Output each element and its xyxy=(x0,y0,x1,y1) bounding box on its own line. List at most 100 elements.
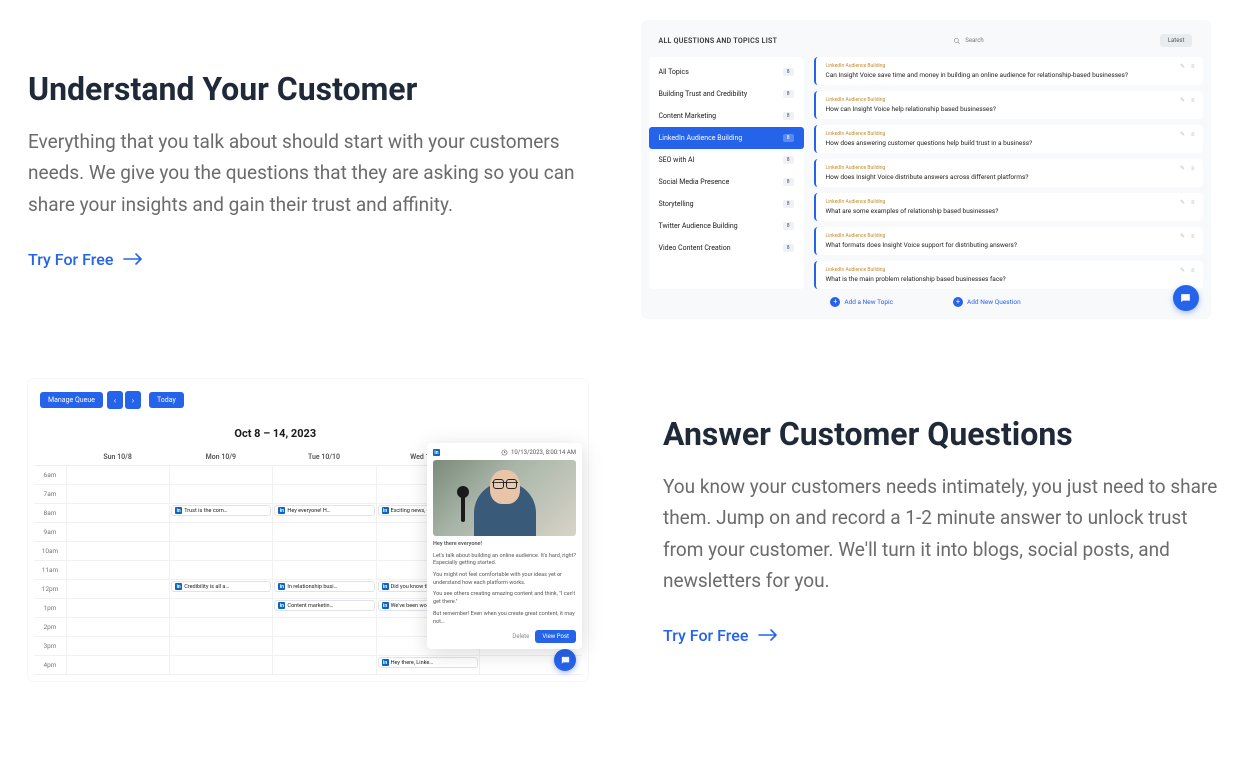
calendar-cell[interactable] xyxy=(272,637,375,655)
calendar-event[interactable]: inHey there, Linke… xyxy=(378,657,478,668)
calendar-cell[interactable] xyxy=(66,580,169,598)
calendar-title: Oct 8 – 14, 2023 xyxy=(234,427,316,440)
linkedin-icon: in xyxy=(278,602,285,609)
section2-heading: Answer Customer Questions xyxy=(663,415,1223,453)
edit-icon[interactable]: ✎ xyxy=(1180,131,1185,138)
calendar-cell[interactable] xyxy=(169,485,272,503)
calendar-cell[interactable]: inTrust is the corn… xyxy=(169,504,272,522)
calendar-cell[interactable] xyxy=(169,637,272,655)
calendar-cell[interactable]: inIn relationship busi… xyxy=(272,580,375,598)
topic-item[interactable]: Twitter Audience Building8 xyxy=(649,215,804,237)
calendar-cell[interactable] xyxy=(66,542,169,560)
calendar-cell[interactable]: inHey everyone! H… xyxy=(272,504,375,522)
calendar-cell[interactable] xyxy=(272,618,375,636)
hour-label: 7am xyxy=(34,485,66,503)
calendar-cell[interactable]: inContent marketin… xyxy=(272,599,375,617)
menu-icon[interactable]: ≡ xyxy=(1191,63,1195,70)
topic-item[interactable]: Social Media Presence8 xyxy=(649,171,804,193)
calendar-cell[interactable] xyxy=(66,599,169,617)
plus-icon: + xyxy=(830,297,840,307)
menu-icon[interactable]: ≡ xyxy=(1191,97,1195,104)
calendar-cell[interactable]: inCredibility is all a… xyxy=(169,580,272,598)
edit-icon[interactable]: ✎ xyxy=(1180,97,1185,104)
section1-cta-link[interactable]: Try For Free xyxy=(28,250,143,269)
add-question-button[interactable]: +Add New Question xyxy=(953,289,1021,311)
calendar-cell[interactable] xyxy=(272,523,375,541)
edit-icon[interactable]: ✎ xyxy=(1180,165,1185,172)
view-post-button[interactable]: View Post xyxy=(535,630,576,643)
calendar-event[interactable]: inCredibility is all a… xyxy=(171,581,271,592)
question-card[interactable]: LinkedIn Audience BuildingCan Insight Vo… xyxy=(814,57,1203,85)
question-card[interactable]: LinkedIn Audience BuildingWhat formats d… xyxy=(814,227,1203,255)
calendar-cell[interactable] xyxy=(66,656,169,674)
plus-icon: + xyxy=(953,297,963,307)
calendar-cell[interactable] xyxy=(66,561,169,579)
menu-icon[interactable]: ≡ xyxy=(1191,233,1195,240)
next-button[interactable]: › xyxy=(125,391,141,409)
topic-item[interactable]: LinkedIn Audience Building8 xyxy=(649,127,804,149)
menu-icon[interactable]: ≡ xyxy=(1191,131,1195,138)
chat-widget-icon[interactable] xyxy=(1173,285,1199,311)
calendar-event[interactable]: inContent marketin… xyxy=(274,600,374,611)
topic-item[interactable]: SEO with AI8 xyxy=(649,149,804,171)
question-card[interactable]: LinkedIn Audience BuildingHow does answe… xyxy=(814,125,1203,153)
topic-item[interactable]: Video Content Creation8 xyxy=(649,237,804,259)
edit-icon[interactable]: ✎ xyxy=(1180,233,1185,240)
search-icon xyxy=(953,37,961,45)
calendar-cell[interactable] xyxy=(169,599,272,617)
linkedin-icon: in xyxy=(175,583,182,590)
calendar-cell[interactable] xyxy=(272,656,375,674)
add-topic-button[interactable]: +Add a New Topic xyxy=(830,289,893,311)
calendar-event[interactable]: inIn relationship busi… xyxy=(274,581,374,592)
calendar-cell[interactable] xyxy=(66,466,169,484)
calendar-cell[interactable] xyxy=(66,637,169,655)
topic-item[interactable]: All Topics8 xyxy=(649,61,804,83)
edit-icon[interactable]: ✎ xyxy=(1180,267,1185,274)
calendar-cell[interactable] xyxy=(66,618,169,636)
video-thumbnail[interactable] xyxy=(433,460,576,536)
sort-button[interactable]: Latest xyxy=(1160,34,1193,47)
calendar-cell[interactable] xyxy=(272,561,375,579)
linkedin-icon: in xyxy=(433,449,440,456)
edit-icon[interactable]: ✎ xyxy=(1180,63,1185,70)
calendar-cell[interactable] xyxy=(66,485,169,503)
calendar-cell[interactable] xyxy=(272,542,375,560)
calendar-cell[interactable] xyxy=(66,523,169,541)
calendar-cell[interactable] xyxy=(169,466,272,484)
delete-button[interactable]: Delete xyxy=(512,633,529,640)
search-input[interactable]: Search xyxy=(953,37,983,45)
day-header: Sun 10/8 xyxy=(66,449,169,465)
menu-icon[interactable]: ≡ xyxy=(1191,165,1195,172)
topic-item[interactable]: Content Marketing8 xyxy=(649,105,804,127)
calendar-cell[interactable] xyxy=(169,523,272,541)
topic-item[interactable]: Building Trust and Credibility8 xyxy=(649,83,804,105)
edit-icon[interactable]: ✎ xyxy=(1180,199,1185,206)
hour-label: 4pm xyxy=(34,656,66,674)
clock-icon xyxy=(501,449,508,456)
calendar-cell[interactable] xyxy=(169,656,272,674)
calendar-cell[interactable] xyxy=(169,561,272,579)
calendar-cell[interactable]: inHey there, Linke… xyxy=(376,656,479,674)
question-card[interactable]: LinkedIn Audience BuildingWhat are some … xyxy=(814,193,1203,221)
chat-widget-icon[interactable] xyxy=(554,649,576,671)
calendar-cell[interactable] xyxy=(169,618,272,636)
question-card[interactable]: LinkedIn Audience BuildingWhat is the ma… xyxy=(814,261,1203,289)
question-card[interactable]: LinkedIn Audience BuildingHow can Insigh… xyxy=(814,91,1203,119)
today-button[interactable]: Today xyxy=(149,392,184,408)
section2-cta-link[interactable]: Try For Free xyxy=(663,626,778,645)
post-preview-popup: in 10/13/2023, 8:00:14 AM Hey there ever… xyxy=(427,443,582,649)
prev-button[interactable]: ‹ xyxy=(107,391,123,409)
calendar-event[interactable]: inHey everyone! H… xyxy=(274,505,374,516)
calendar-cell[interactable] xyxy=(272,485,375,503)
calendar-cell[interactable] xyxy=(272,466,375,484)
question-card[interactable]: LinkedIn Audience BuildingHow does Insig… xyxy=(814,159,1203,187)
calendar-cell[interactable] xyxy=(66,504,169,522)
manage-queue-button[interactable]: Manage Queue xyxy=(40,392,103,408)
popup-timestamp: 10/13/2023, 8:00:14 AM xyxy=(511,449,576,456)
menu-icon[interactable]: ≡ xyxy=(1191,199,1195,206)
day-header: Mon 10/9 xyxy=(169,449,272,465)
topic-item[interactable]: Storytelling8 xyxy=(649,193,804,215)
calendar-cell[interactable] xyxy=(169,542,272,560)
menu-icon[interactable]: ≡ xyxy=(1191,267,1195,274)
calendar-event[interactable]: inTrust is the corn… xyxy=(171,505,271,516)
